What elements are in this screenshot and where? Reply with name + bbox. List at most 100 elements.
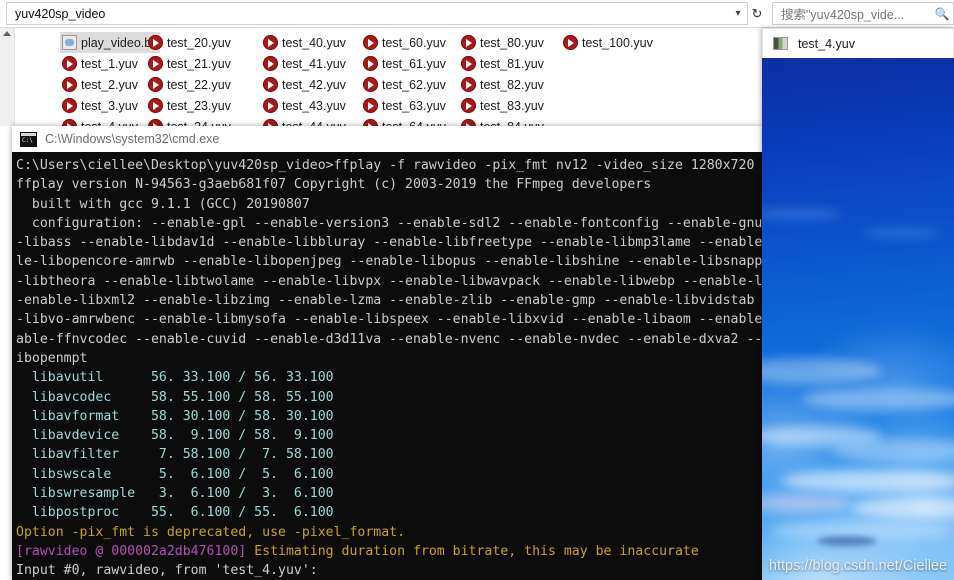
console-line: -libvo-amrwbenc --enable-libmysofa --ena…: [16, 312, 762, 328]
media-file-icon: [148, 35, 163, 50]
media-file-icon: [62, 98, 77, 113]
file-item[interactable]: test_20.yuv: [146, 32, 246, 53]
console-line: configuration: --enable-gpl --enable-ver…: [16, 215, 762, 231]
media-file-icon: [148, 56, 163, 71]
file-name-label: test_40.yuv: [282, 35, 346, 50]
search-box[interactable]: 搜索"yuv420sp_vide... 🔍: [772, 2, 954, 25]
file-item[interactable]: test_40.yuv: [261, 32, 361, 53]
search-icon[interactable]: 🔍: [931, 7, 953, 21]
media-file-icon: [563, 35, 578, 50]
file-item[interactable]: test_21.yuv: [146, 53, 246, 74]
file-name-label: test_81.yuv: [480, 56, 544, 71]
chevron-down-icon[interactable]: ▾: [729, 8, 747, 19]
file-column: test_100.yuv: [561, 32, 661, 53]
console-line: libavformat 58. 30.100 / 58. 30.100: [16, 408, 334, 424]
media-file-icon: [263, 35, 278, 50]
console-line: [rawvideo @ 000002a2db476100] Estimating…: [16, 542, 762, 561]
ffplay-video-window[interactable]: test_4.yuv https://blog.csdn.net/Ciellee: [762, 28, 954, 580]
file-item[interactable]: test_1.yuv: [60, 53, 160, 74]
media-file-icon: [461, 77, 476, 92]
refresh-icon[interactable]: ↻: [748, 2, 766, 25]
media-file-icon: [62, 56, 77, 71]
console-line: -libtheora --enable-libtwolame --enable-…: [16, 273, 762, 289]
media-file-icon: [363, 77, 378, 92]
file-name-label: test_3.yuv: [81, 98, 138, 113]
console-line: Option -pix_fmt is deprecated, use -pixe…: [16, 524, 406, 540]
file-column: test_40.yuv test_41.yuv test_42.yuv test_43…: [261, 32, 361, 128]
file-item[interactable]: test_22.yuv: [146, 74, 246, 95]
file-name-label: test_23.yuv: [167, 98, 231, 113]
file-name-label: test_2.yuv: [81, 77, 138, 92]
console-span-magenta: [rawvideo @ 000002a2db476100]: [16, 543, 247, 559]
console-line: libavcodec 58. 55.100 / 58. 55.100: [16, 389, 334, 405]
file-name-label: test_82.yuv: [480, 77, 544, 92]
console-line: C:\Users\ciellee\Desktop\yuv420sp_video>…: [16, 158, 762, 173]
console-line: libpostproc 55. 6.100 / 55. 6.100: [16, 505, 334, 521]
console-line: libavutil 56. 33.100 / 56. 33.100: [16, 370, 334, 386]
file-item[interactable]: test_3.yuv: [60, 95, 160, 116]
file-name-label: test_20.yuv: [167, 35, 231, 50]
file-item[interactable]: test_83.yuv: [459, 95, 559, 116]
media-file-icon: [148, 98, 163, 113]
console-line: Input #0, rawvideo, from 'test_4.yuv':: [16, 563, 318, 579]
console-line: libswresample 3. 6.100 / 3. 6.100: [16, 486, 334, 502]
watermark-text: https://blog.csdn.net/Ciellee: [768, 558, 948, 574]
file-column: test_60.yuv test_61.yuv test_62.yuv test_63…: [361, 32, 461, 128]
file-item[interactable]: test_43.yuv: [261, 95, 361, 116]
file-item[interactable]: test_81.yuv: [459, 53, 559, 74]
console-line: le-libopencore-amrwb --enable-libopenjpe…: [16, 254, 762, 270]
console-span-yellow: Estimating duration from bitrate, this m…: [246, 543, 699, 559]
media-file-icon: [461, 98, 476, 113]
media-file-icon: [148, 77, 163, 92]
file-name-label: test_43.yuv: [282, 98, 346, 113]
file-item[interactable]: test_60.yuv: [361, 32, 461, 53]
console-line: libavfilter 7. 58.100 / 7. 58.100: [16, 447, 334, 463]
file-item[interactable]: test_61.yuv: [361, 53, 461, 74]
explorer-toolbar: yuv420sp_video ▾ ↻ 搜索"yuv420sp_vide... 🔍: [0, 0, 954, 28]
address-bar-text: yuv420sp_video: [15, 6, 106, 21]
file-item[interactable]: test_63.yuv: [361, 95, 461, 116]
file-item[interactable]: test_42.yuv: [261, 74, 361, 95]
file-item[interactable]: play_video.bat: [60, 32, 162, 53]
file-name-label: test_100.yuv: [582, 35, 653, 50]
console-output[interactable]: C:\Users\ciellee\Desktop\yuv420sp_video>…: [12, 152, 762, 580]
media-file-icon: [62, 77, 77, 92]
media-file-icon: [263, 98, 278, 113]
player-title-bar[interactable]: test_4.yuv: [762, 28, 954, 58]
address-bar[interactable]: yuv420sp_video ▾: [6, 2, 748, 25]
console-line: able-ffnvcodec --enable-cuvid --enable-d…: [16, 331, 762, 347]
file-item[interactable]: test_23.yuv: [146, 95, 246, 116]
file-item[interactable]: test_100.yuv: [561, 32, 661, 53]
search-input[interactable]: 搜索"yuv420sp_vide...: [773, 4, 931, 23]
console-line: -enable-libxml2 --enable-libzimg --enabl…: [16, 293, 762, 309]
scroll-up-arrow-icon[interactable]: [3, 31, 11, 36]
cmd-title-text: C:\Windows\system32\cmd.exe: [45, 132, 220, 146]
file-column: play_video.bat test_1.yuv test_2.yuv test_3…: [60, 32, 162, 128]
video-frame[interactable]: https://blog.csdn.net/Ciellee: [762, 58, 954, 580]
cmd-title-bar[interactable]: C:\Windows\system32\cmd.exe: [12, 126, 762, 152]
file-item[interactable]: test_41.yuv: [261, 53, 361, 74]
file-name-label: test_63.yuv: [382, 98, 446, 113]
file-name-label: test_60.yuv: [382, 35, 446, 50]
file-item[interactable]: test_2.yuv: [60, 74, 160, 95]
file-name-label: test_83.yuv: [480, 98, 544, 113]
file-item[interactable]: test_62.yuv: [361, 74, 461, 95]
vertical-scrollbar[interactable]: [0, 28, 15, 126]
video-window-icon: [773, 37, 788, 50]
media-file-icon: [461, 56, 476, 71]
file-name-label: test_1.yuv: [81, 56, 138, 71]
file-name-label: test_61.yuv: [382, 56, 446, 71]
cmd-console-icon: [20, 131, 37, 147]
console-line: libavdevice 58. 9.100 / 58. 9.100: [16, 428, 334, 444]
console-line: built with gcc 9.1.1 (GCC) 20190807: [16, 196, 310, 212]
player-title-text: test_4.yuv: [798, 36, 855, 51]
file-item[interactable]: test_82.yuv: [459, 74, 559, 95]
file-name-label: test_21.yuv: [167, 56, 231, 71]
command-prompt-window[interactable]: C:\Windows\system32\cmd.exe C:\Users\cie…: [12, 126, 762, 580]
media-file-icon: [263, 77, 278, 92]
console-line: libswscale 5. 6.100 / 5. 6.100: [16, 466, 334, 482]
media-file-icon: [363, 98, 378, 113]
media-file-icon: [461, 35, 476, 50]
file-item[interactable]: test_80.yuv: [459, 32, 559, 53]
media-file-icon: [263, 56, 278, 71]
